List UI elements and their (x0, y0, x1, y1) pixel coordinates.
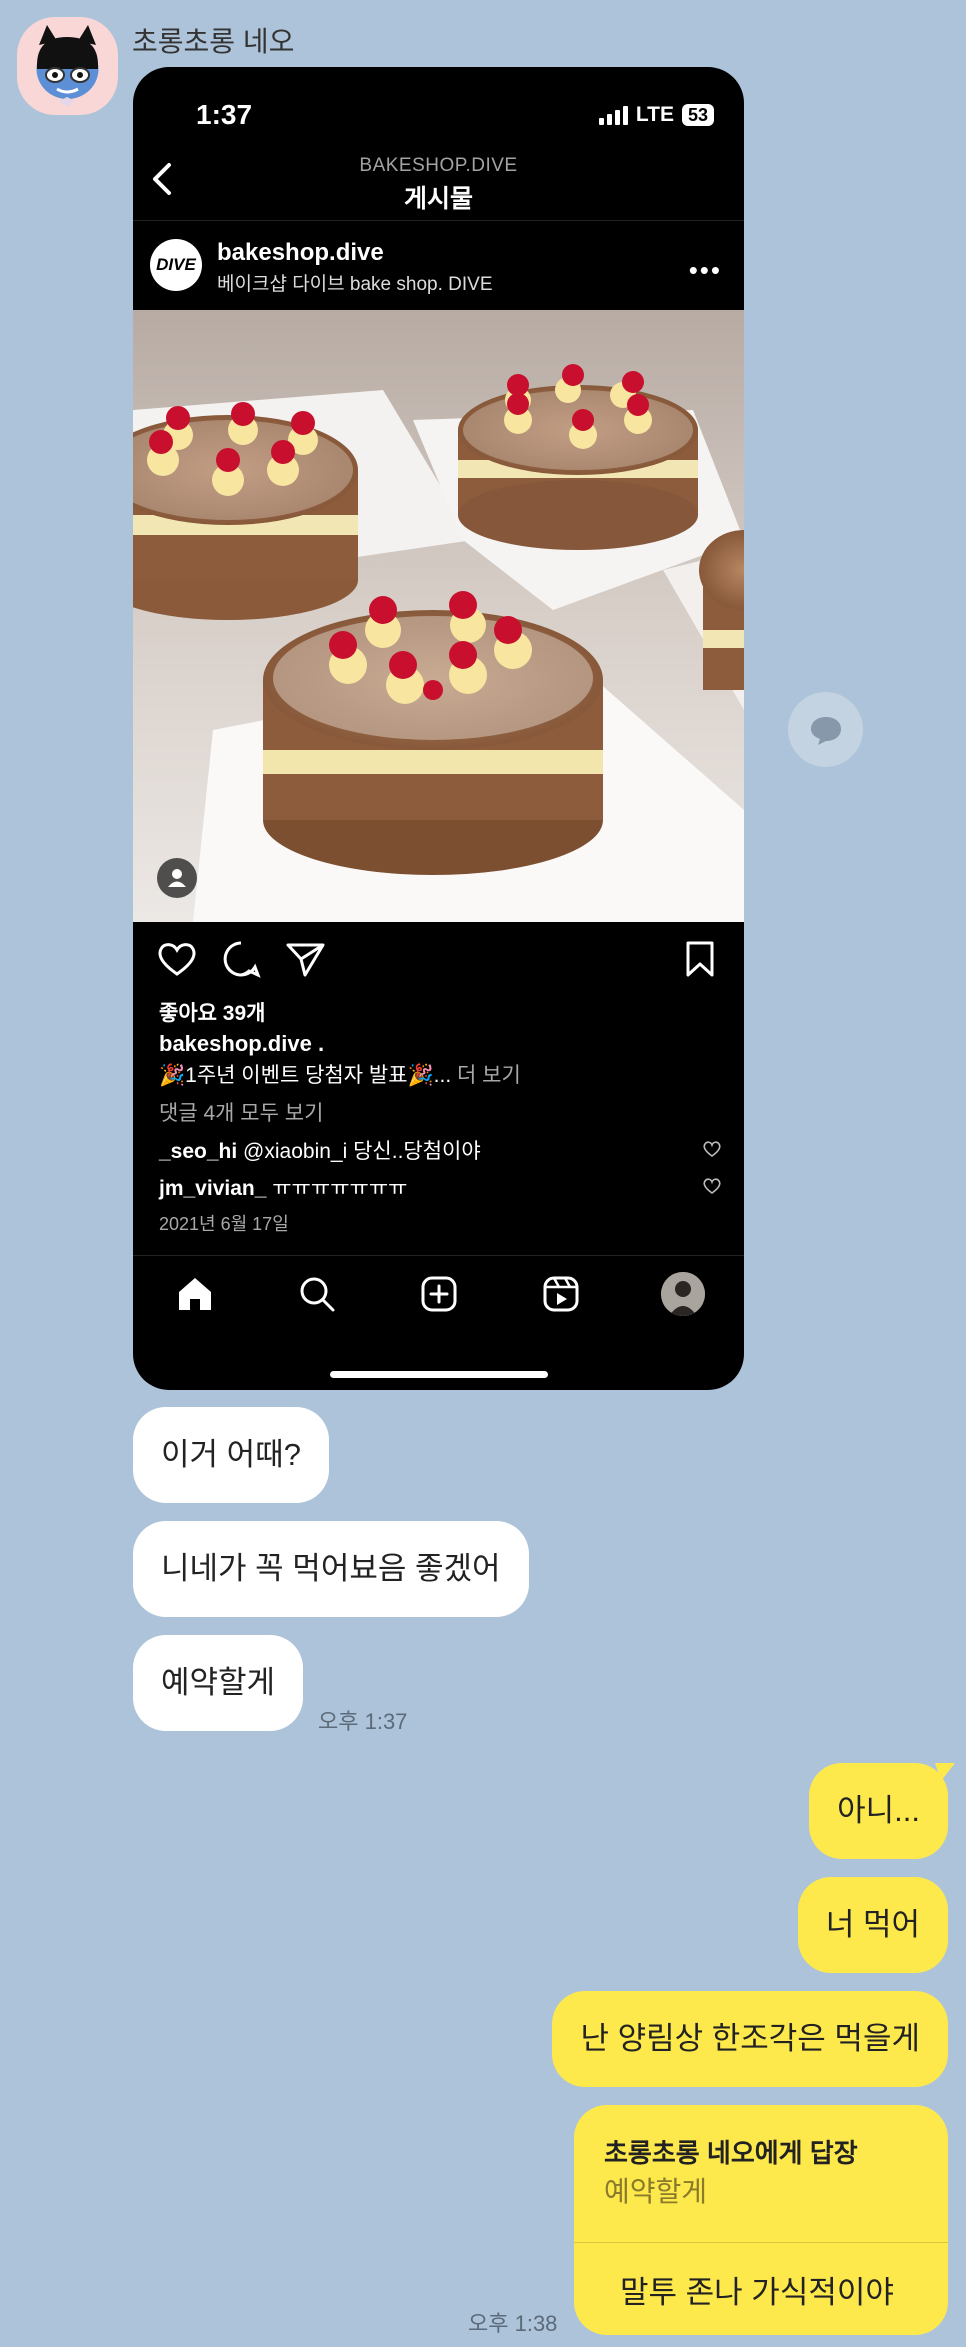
sender-avatar[interactable] (17, 17, 118, 115)
chat-bubble-icon (810, 716, 841, 745)
message-out[interactable]: 난 양림상 한조각은 먹을게 (552, 1991, 948, 2087)
header-divider (133, 220, 744, 221)
home-indicator (330, 1371, 548, 1378)
comment-icon[interactable] (219, 937, 263, 981)
share-send-icon[interactable] (283, 937, 327, 981)
caption: 🎉1주년 이벤트 당첨자 발표🎉... 더 보기 (159, 1059, 521, 1089)
caption-more-link[interactable]: 더 보기 (451, 1064, 521, 1087)
profile-logo[interactable]: DIVE (150, 239, 202, 291)
caption-username[interactable]: bakeshop.dive . (159, 1031, 324, 1057)
reply-quote[interactable]: 예약할게 (604, 2170, 707, 2210)
reels-icon[interactable] (539, 1272, 583, 1316)
view-all-comments[interactable]: 댓글 4개 모두 보기 (159, 1097, 323, 1127)
battery-icon: 53 (681, 104, 714, 126)
message-in[interactable]: 예약할게 (133, 1635, 304, 1731)
like-count[interactable]: 좋아요 39개 (159, 997, 265, 1027)
post-date: 2021년 6월 17일 (159, 1214, 289, 1234)
reply-divider (574, 2242, 948, 2243)
message-in[interactable]: 니네가 꼭 먹어뵤음 좋겠어 (133, 1521, 529, 1617)
signal-icon (598, 105, 628, 125)
comment-like-icon[interactable] (702, 1176, 722, 1196)
home-icon[interactable] (173, 1272, 217, 1316)
message-out[interactable]: 너 먹어 (797, 1877, 948, 1973)
caption-text: 🎉1주년 이벤트 당첨자 발표🎉... (159, 1064, 452, 1087)
header-title: 게시물 (403, 185, 473, 213)
profile-avatar-icon[interactable] (661, 1272, 705, 1316)
message-time: 오후 1:38 (468, 2311, 558, 2336)
reply-message[interactable]: 초롱초롱 네오에게 답장 예약할게 말투 존나 가식적이야 (574, 2105, 948, 2335)
message-in[interactable]: 이거 어때? (133, 1407, 329, 1503)
message-time: 오후 1:37 (318, 1709, 408, 1734)
message-out[interactable]: 아니... (809, 1763, 948, 1859)
post-username[interactable]: bakeshop.dive (217, 239, 384, 267)
header-account: BAKESHOP.DIVE (359, 155, 518, 176)
network-label: LTE (635, 103, 674, 126)
share-message-button[interactable] (788, 692, 863, 767)
reply-target: 초롱초롱 네오에게 답장 (604, 2138, 858, 2168)
status-indicators: LTE 53 (598, 103, 714, 127)
tabbar-divider (133, 1255, 744, 1256)
search-icon[interactable] (295, 1272, 339, 1316)
reply-text: 말투 존나 가식적이야 (620, 2275, 894, 2310)
tagged-people-icon[interactable] (157, 858, 197, 898)
more-options-icon[interactable]: ••• (689, 255, 722, 286)
like-heart-icon[interactable] (155, 937, 199, 981)
comment-row: jm_vivian_ ㅠㅠㅠㅠㅠㅠㅠ (159, 1172, 407, 1202)
sender-name: 초롱초롱 네오 (132, 26, 295, 57)
bookmark-icon[interactable] (678, 937, 722, 981)
shared-screenshot[interactable]: 1:37 LTE 53 BAKESHOP.DIVE 게시물 DIVE bakes… (133, 67, 744, 1390)
status-time: 1:37 (196, 99, 253, 130)
bubble-tail (935, 1763, 955, 1781)
comment-row: _seo_hi @xiaobin_i 당신..당첨이야 (159, 1135, 481, 1165)
create-post-icon[interactable] (417, 1272, 461, 1316)
post-photo[interactable] (133, 310, 744, 922)
comment-user[interactable]: _seo_hi (159, 1140, 237, 1163)
comment-user[interactable]: jm_vivian_ (159, 1177, 266, 1200)
comment-text: @xiaobin_i 당신..당첨이야 (237, 1140, 481, 1163)
comment-like-icon[interactable] (702, 1139, 722, 1159)
post-profile-subtitle: 베이크샵 다이브 bake shop. DIVE (217, 274, 493, 295)
comment-text: ㅠㅠㅠㅠㅠㅠㅠ (266, 1177, 408, 1200)
